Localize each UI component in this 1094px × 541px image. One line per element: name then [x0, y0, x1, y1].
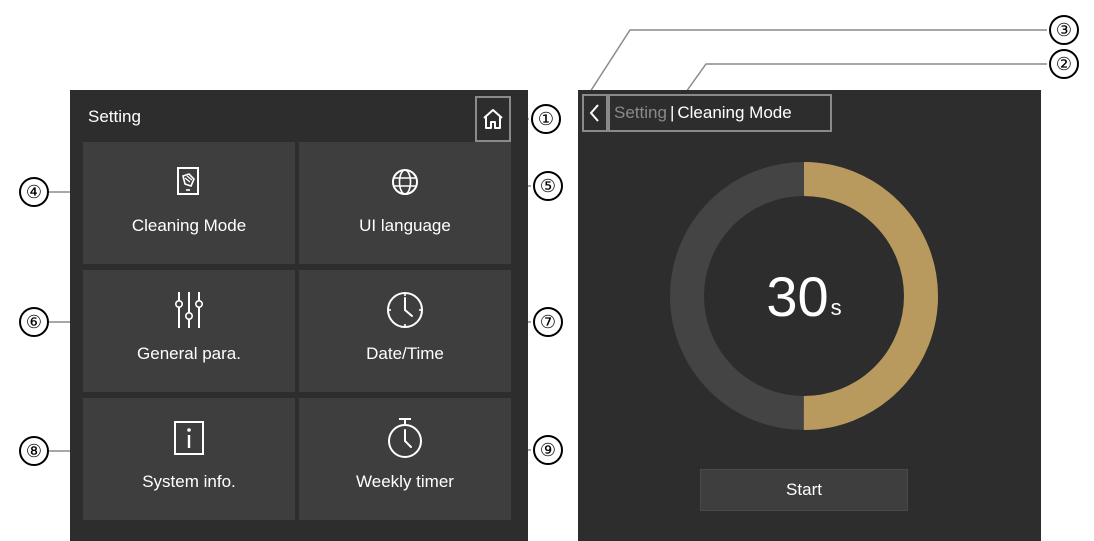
sliders-icon [175, 292, 203, 328]
callout-2: ② [1049, 49, 1079, 79]
breadcrumb: Setting | Cleaning Mode [608, 94, 832, 132]
cleaning-mode-panel: Setting | Cleaning Mode 30 s Start [578, 90, 1041, 541]
callout-1: ① [531, 104, 561, 134]
timer-readout: 30 s [670, 162, 938, 430]
tile-cleaning-mode[interactable]: Cleaning Mode [83, 142, 295, 264]
breadcrumb-parent[interactable]: Setting [614, 103, 667, 123]
callout-6: ⑥ [19, 307, 49, 337]
timer-unit: s [830, 295, 842, 320]
breadcrumb-current: Cleaning Mode [677, 103, 792, 122]
chevron-left-icon [589, 104, 599, 122]
callout-8: ⑧ [19, 436, 49, 466]
callout-4: ④ [19, 177, 49, 207]
home-icon [483, 109, 503, 129]
tile-ui-language[interactable]: UI language [299, 142, 511, 264]
tile-label: Cleaning Mode [131, 216, 247, 235]
home-button[interactable] [475, 96, 511, 142]
globe-icon [392, 169, 418, 195]
info-icon [174, 421, 204, 455]
callout-3: ③ [1049, 15, 1079, 45]
breadcrumb-separator: | [669, 103, 675, 122]
tile-general-parameters[interactable]: General para. [83, 270, 295, 392]
tile-system-info[interactable]: System info. [83, 398, 295, 520]
tile-label: System info. [142, 472, 236, 491]
tile-date-time[interactable]: Date/Time [299, 270, 511, 392]
callout-7: ⑦ [533, 307, 563, 337]
settings-panel: Setting Cleaning Mode UI language Genera… [70, 90, 528, 541]
tile-label: General para. [137, 344, 241, 363]
tile-weekly-timer[interactable]: Weekly timer [299, 398, 511, 520]
start-button[interactable]: Start [700, 469, 908, 511]
tile-label: Date/Time [366, 344, 444, 363]
tile-label: UI language [359, 216, 451, 235]
back-button[interactable] [582, 94, 608, 132]
clock-icon [387, 292, 423, 328]
callout-9: ⑨ [533, 435, 563, 465]
page-title: Setting [88, 107, 141, 126]
cleaning-mode-icon [177, 167, 199, 195]
callout-5: ⑤ [533, 171, 563, 201]
timer-value: 30 [766, 264, 829, 328]
tile-label: Weekly timer [356, 472, 454, 491]
stopwatch-icon [388, 418, 422, 458]
